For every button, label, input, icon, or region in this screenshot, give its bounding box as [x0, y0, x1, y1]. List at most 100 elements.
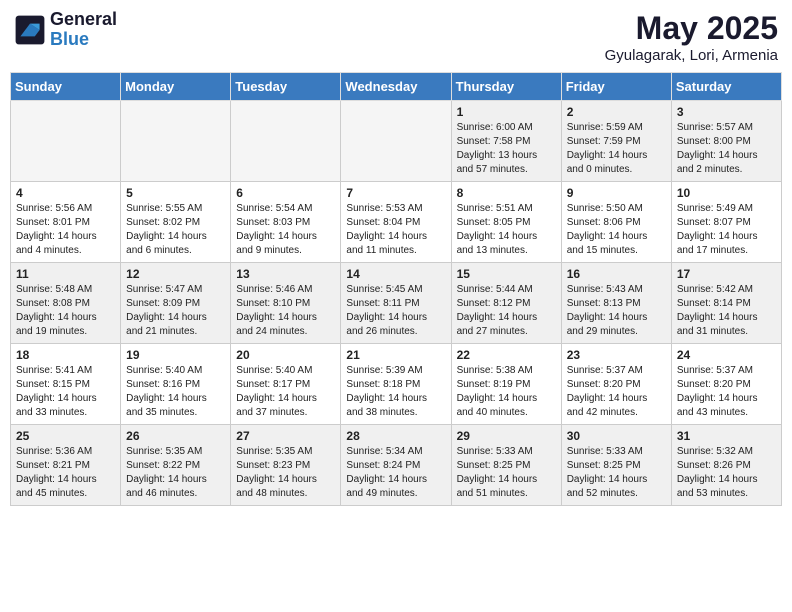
- calendar-cell: 21 Sunrise: 5:39 AM Sunset: 8:18 PM Dayli…: [341, 344, 451, 425]
- calendar-cell: 20Sunrise: 5:40 AM Sunset: 8:17 PM Dayli…: [231, 344, 341, 425]
- day-header-sunday: Sunday: [11, 73, 121, 101]
- day-number: 12: [126, 267, 225, 281]
- day-header-wednesday: Wednesday: [341, 73, 451, 101]
- cell-content: Sunrise: 5:35 AM Sunset: 8:22 PM Dayligh…: [126, 445, 225, 501]
- cell-content: Sunrise: 5:34 AM Sunset: 8:24 PM Dayligh…: [346, 445, 445, 501]
- logo-general-text: General: [50, 10, 117, 30]
- location: Gyulagarak, Lori, Armenia: [605, 47, 778, 64]
- day-number: 29: [457, 429, 556, 443]
- calendar-table: SundayMondayTuesdayWednesdayThursdayFrid…: [10, 72, 782, 506]
- cell-content: Sunrise: 5:51 AM Sunset: 8:05 PM Dayligh…: [457, 202, 556, 258]
- cell-content: Sunrise: 5:46 AM Sunset: 8:10 PM Dayligh…: [236, 283, 335, 339]
- day-number: 16: [567, 267, 666, 281]
- cell-content: Sunrise: 5:40 AM Sunset: 8:17 PM Dayligh…: [236, 364, 335, 420]
- calendar-header-row: SundayMondayTuesdayWednesdayThursdayFrid…: [11, 73, 782, 101]
- day-header-monday: Monday: [121, 73, 231, 101]
- cell-content: Sunrise: 6:00 AM Sunset: 7:58 PM Dayligh…: [457, 121, 556, 177]
- day-number: 28: [346, 429, 445, 443]
- day-number: 2: [567, 105, 666, 119]
- day-number: 27: [236, 429, 335, 443]
- calendar-cell: 9 Sunrise: 5:50 AM Sunset: 8:06 PM Daylig…: [561, 182, 671, 263]
- calendar-cell: [341, 101, 451, 182]
- cell-content: Sunrise: 5:59 AM Sunset: 7:59 PM Dayligh…: [567, 121, 666, 177]
- day-number: 17: [677, 267, 776, 281]
- calendar-cell: 26 Sunrise: 5:35 AM Sunset: 8:22 PM Dayli…: [121, 425, 231, 506]
- day-number: 5: [126, 186, 225, 200]
- calendar-cell: 2 Sunrise: 5:59 AM Sunset: 7:59 PM Daylig…: [561, 101, 671, 182]
- day-number: 15: [457, 267, 556, 281]
- cell-content: Sunrise: 5:55 AM Sunset: 8:02 PM Dayligh…: [126, 202, 225, 258]
- cell-content: Sunrise: 5:57 AM Sunset: 8:00 PM Dayligh…: [677, 121, 776, 177]
- calendar-cell: 27 Sunrise: 5:35 AM Sunset: 8:23 PM Dayli…: [231, 425, 341, 506]
- cell-content: Sunrise: 5:37 AM Sunset: 8:20 PM Dayligh…: [567, 364, 666, 420]
- cell-content: Sunrise: 5:54 AM Sunset: 8:03 PM Dayligh…: [236, 202, 335, 258]
- calendar-cell: 1Sunrise: 6:00 AM Sunset: 7:58 PM Daylig…: [451, 101, 561, 182]
- calendar-cell: 22Sunrise: 5:38 AM Sunset: 8:19 PM Dayli…: [451, 344, 561, 425]
- cell-content: Sunrise: 5:32 AM Sunset: 8:26 PM Dayligh…: [677, 445, 776, 501]
- cell-content: Sunrise: 5:37 AM Sunset: 8:20 PM Dayligh…: [677, 364, 776, 420]
- cell-content: Sunrise: 5:49 AM Sunset: 8:07 PM Dayligh…: [677, 202, 776, 258]
- day-number: 7: [346, 186, 445, 200]
- page-header: General Blue May 2025 Gyulagarak, Lori, …: [10, 10, 782, 64]
- cell-content: Sunrise: 5:48 AM Sunset: 8:08 PM Dayligh…: [16, 283, 115, 339]
- cell-content: Sunrise: 5:42 AM Sunset: 8:14 PM Dayligh…: [677, 283, 776, 339]
- calendar-cell: 16Sunrise: 5:43 AM Sunset: 8:13 PM Dayli…: [561, 263, 671, 344]
- cell-content: Sunrise: 5:44 AM Sunset: 8:12 PM Dayligh…: [457, 283, 556, 339]
- day-header-saturday: Saturday: [671, 73, 781, 101]
- day-number: 26: [126, 429, 225, 443]
- calendar-cell: 6Sunrise: 5:54 AM Sunset: 8:03 PM Daylig…: [231, 182, 341, 263]
- calendar-cell: [231, 101, 341, 182]
- cell-content: Sunrise: 5:35 AM Sunset: 8:23 PM Dayligh…: [236, 445, 335, 501]
- cell-content: Sunrise: 5:33 AM Sunset: 8:25 PM Dayligh…: [567, 445, 666, 501]
- calendar-cell: 24 Sunrise: 5:37 AM Sunset: 8:20 PM Dayli…: [671, 344, 781, 425]
- calendar-cell: 17 Sunrise: 5:42 AM Sunset: 8:14 PM Dayli…: [671, 263, 781, 344]
- cell-content: Sunrise: 5:53 AM Sunset: 8:04 PM Dayligh…: [346, 202, 445, 258]
- day-number: 18: [16, 348, 115, 362]
- cell-content: Sunrise: 5:40 AM Sunset: 8:16 PM Dayligh…: [126, 364, 225, 420]
- cell-content: Sunrise: 5:36 AM Sunset: 8:21 PM Dayligh…: [16, 445, 115, 501]
- calendar-cell: 8 Sunrise: 5:51 AM Sunset: 8:05 PM Daylig…: [451, 182, 561, 263]
- calendar-cell: [121, 101, 231, 182]
- cell-content: Sunrise: 5:41 AM Sunset: 8:15 PM Dayligh…: [16, 364, 115, 420]
- calendar-cell: [11, 101, 121, 182]
- day-number: 23: [567, 348, 666, 362]
- calendar-cell: 5 Sunrise: 5:55 AM Sunset: 8:02 PM Daylig…: [121, 182, 231, 263]
- calendar-cell: 4Sunrise: 5:56 AM Sunset: 8:01 PM Daylig…: [11, 182, 121, 263]
- cell-content: Sunrise: 5:50 AM Sunset: 8:06 PM Dayligh…: [567, 202, 666, 258]
- cell-content: Sunrise: 5:33 AM Sunset: 8:25 PM Dayligh…: [457, 445, 556, 501]
- calendar-week-row: 4Sunrise: 5:56 AM Sunset: 8:01 PM Daylig…: [11, 182, 782, 263]
- calendar-cell: 15 Sunrise: 5:44 AM Sunset: 8:12 PM Dayli…: [451, 263, 561, 344]
- calendar-cell: 18 Sunrise: 5:41 AM Sunset: 8:15 PM Dayli…: [11, 344, 121, 425]
- day-number: 8: [457, 186, 556, 200]
- day-number: 21: [346, 348, 445, 362]
- cell-content: Sunrise: 5:56 AM Sunset: 8:01 PM Dayligh…: [16, 202, 115, 258]
- calendar-cell: 19Sunrise: 5:40 AM Sunset: 8:16 PM Dayli…: [121, 344, 231, 425]
- day-number: 3: [677, 105, 776, 119]
- day-number: 24: [677, 348, 776, 362]
- day-header-tuesday: Tuesday: [231, 73, 341, 101]
- day-number: 31: [677, 429, 776, 443]
- calendar-week-row: 11 Sunrise: 5:48 AM Sunset: 8:08 PM Dayli…: [11, 263, 782, 344]
- title-block: May 2025 Gyulagarak, Lori, Armenia: [605, 10, 778, 64]
- day-number: 9: [567, 186, 666, 200]
- logo: General Blue: [14, 10, 117, 50]
- calendar-week-row: 25 Sunrise: 5:36 AM Sunset: 8:21 PM Dayli…: [11, 425, 782, 506]
- calendar-cell: 14Sunrise: 5:45 AM Sunset: 8:11 PM Dayli…: [341, 263, 451, 344]
- logo-blue-text: Blue: [50, 30, 117, 50]
- calendar-cell: 23 Sunrise: 5:37 AM Sunset: 8:20 PM Dayli…: [561, 344, 671, 425]
- calendar-week-row: 1Sunrise: 6:00 AM Sunset: 7:58 PM Daylig…: [11, 101, 782, 182]
- day-header-thursday: Thursday: [451, 73, 561, 101]
- day-number: 13: [236, 267, 335, 281]
- day-number: 22: [457, 348, 556, 362]
- calendar-cell: 31 Sunrise: 5:32 AM Sunset: 8:26 PM Dayli…: [671, 425, 781, 506]
- day-header-friday: Friday: [561, 73, 671, 101]
- calendar-cell: 7 Sunrise: 5:53 AM Sunset: 8:04 PM Daylig…: [341, 182, 451, 263]
- day-number: 11: [16, 267, 115, 281]
- day-number: 25: [16, 429, 115, 443]
- calendar-cell: 25 Sunrise: 5:36 AM Sunset: 8:21 PM Dayli…: [11, 425, 121, 506]
- cell-content: Sunrise: 5:39 AM Sunset: 8:18 PM Dayligh…: [346, 364, 445, 420]
- month-year: May 2025: [605, 10, 778, 47]
- day-number: 14: [346, 267, 445, 281]
- calendar-week-row: 18 Sunrise: 5:41 AM Sunset: 8:15 PM Dayli…: [11, 344, 782, 425]
- calendar-cell: 13 Sunrise: 5:46 AM Sunset: 8:10 PM Dayli…: [231, 263, 341, 344]
